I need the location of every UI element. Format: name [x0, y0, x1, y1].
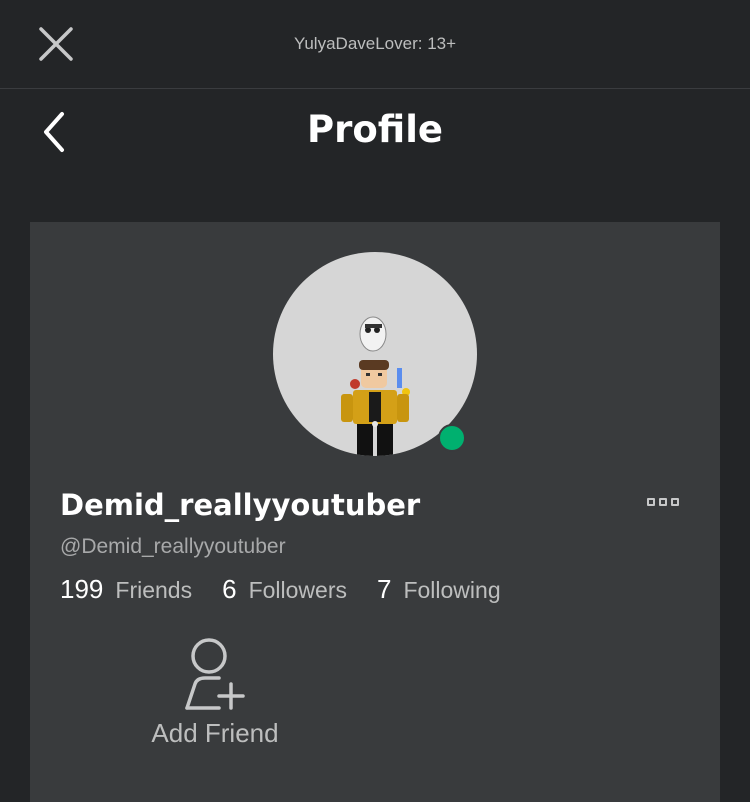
stat-label: Followers — [248, 577, 347, 603]
more-options-button[interactable] — [647, 492, 687, 512]
display-name: Demid_reallyyoutuber — [60, 488, 421, 522]
stat-followers[interactable]: 6 Followers — [222, 574, 347, 605]
stat-value: 199 — [60, 574, 104, 604]
avatar-container — [273, 252, 477, 456]
page-header: Profile — [0, 90, 750, 180]
more-options-icon — [671, 498, 679, 506]
profile-card: Demid_reallyyoutuber @Demid_reallyyoutub… — [30, 222, 720, 802]
account-label: YulyaDaveLover: 13+ — [293, 34, 457, 53]
online-status-indicator — [438, 424, 466, 452]
add-friend-label: Add Friend — [151, 718, 279, 748]
stat-label: Following — [403, 577, 501, 603]
page-title: Profile — [307, 108, 443, 151]
add-friend-button[interactable]: Add Friend — [140, 634, 290, 759]
stat-following[interactable]: 7 Following — [377, 574, 501, 605]
more-options-icon — [647, 498, 655, 506]
top-bar: YulyaDaveLover: 13+ — [0, 0, 750, 89]
stat-label: Friends — [115, 577, 193, 603]
username: @Demid_reallyyoutuber — [60, 535, 286, 558]
add-friend-icon — [185, 638, 245, 710]
stat-friends[interactable]: 199 Friends — [60, 574, 192, 605]
more-options-icon — [659, 498, 667, 506]
stat-value: 6 — [222, 574, 237, 604]
profile-stats: 199 Friends 6 Followers 7 Following — [60, 574, 531, 605]
stat-value: 7 — [376, 574, 392, 604]
